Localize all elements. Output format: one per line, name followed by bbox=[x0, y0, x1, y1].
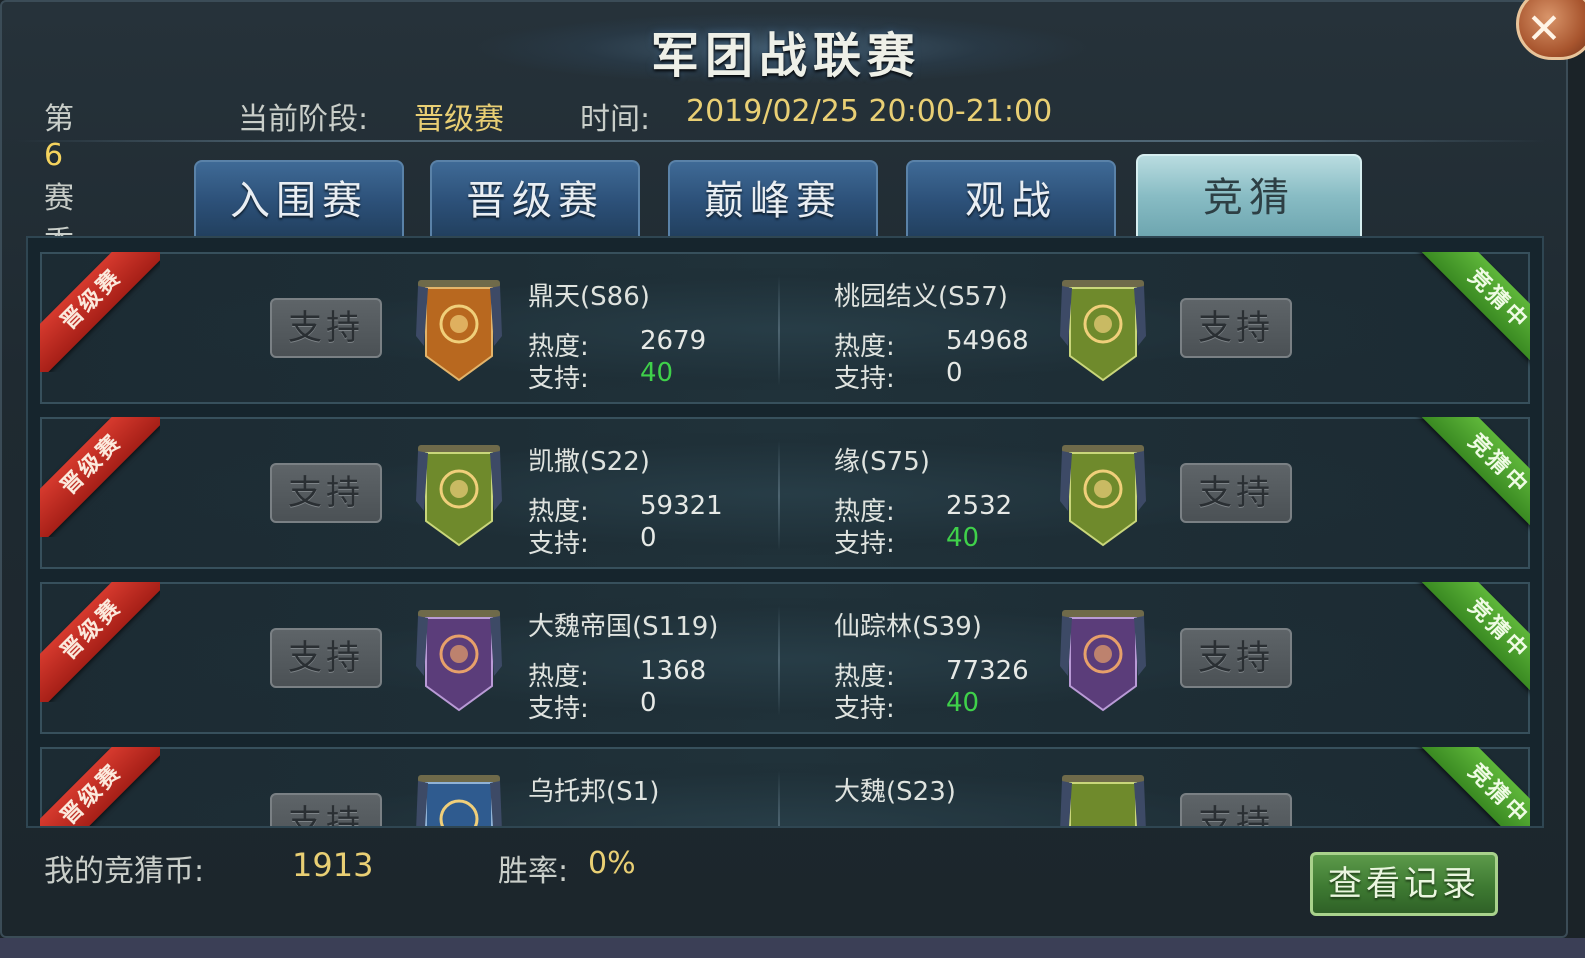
support-right-button[interactable]: 支持 bbox=[1180, 793, 1292, 826]
stage-ribbon: 晋级赛 bbox=[40, 417, 160, 537]
left-team-name: 乌托邦(S1) bbox=[528, 777, 660, 807]
support-left-button[interactable]: 支持 bbox=[270, 463, 382, 523]
right-team-name: 大魏(S23) bbox=[834, 777, 956, 807]
right-heat-value: 54968 bbox=[946, 326, 1029, 356]
support-right-button[interactable]: 支持 bbox=[1180, 463, 1292, 523]
stage-ribbon-label: 晋级赛 bbox=[40, 582, 160, 702]
time-value: 2019/02/25 20:00-21:00 bbox=[686, 94, 1053, 129]
bottom-strip bbox=[0, 938, 1585, 958]
time-label: 时间: bbox=[580, 102, 651, 137]
right-support-value: 40 bbox=[946, 688, 980, 718]
left-support-value: 40 bbox=[640, 358, 674, 388]
status-ribbon: 竞猜中 bbox=[1410, 252, 1530, 372]
vs-divider bbox=[778, 441, 780, 551]
left-support-label: 支持: bbox=[528, 364, 589, 394]
banner-green-icon bbox=[414, 441, 504, 551]
footer: 我的竞猜币: 1913 胜率: 0% 查看记录 bbox=[2, 844, 1570, 940]
tab-promotion[interactable]: 晋级赛 bbox=[430, 160, 640, 236]
tab-peak[interactable]: 巅峰赛 bbox=[668, 160, 878, 236]
vs-divider bbox=[778, 771, 780, 826]
left-heat-value: 1368 bbox=[640, 656, 707, 686]
stage-value: 晋级赛 bbox=[414, 102, 504, 137]
banner-purple-icon bbox=[1058, 606, 1148, 716]
match-row: 晋级赛 竞猜中 支持 鼎天(S86) 热度: 2679 支持: 40 桃园结义(… bbox=[40, 252, 1530, 404]
left-team-name: 大魏帝国(S119) bbox=[528, 612, 719, 642]
right-team-name: 桃园结义(S57) bbox=[834, 282, 1008, 312]
match-row: 晋级赛 竞猜中 支持 大魏帝国(S119) 热度: 1368 支持: 0 仙踪林… bbox=[40, 582, 1530, 734]
header-divider bbox=[16, 140, 1546, 142]
support-left-button[interactable]: 支持 bbox=[270, 298, 382, 358]
status-ribbon: 竞猜中 bbox=[1410, 582, 1530, 702]
right-heat-value: 2532 bbox=[946, 491, 1013, 521]
left-support-value: 0 bbox=[640, 523, 657, 553]
status-ribbon: 竞猜中 bbox=[1410, 747, 1530, 826]
left-support-label: 支持: bbox=[528, 529, 589, 559]
right-support-label: 支持: bbox=[834, 529, 895, 559]
banner-green-icon bbox=[1058, 441, 1148, 551]
banner-orange-icon bbox=[414, 276, 504, 386]
left-heat-value: 59321 bbox=[640, 491, 723, 521]
right-support-label: 支持: bbox=[834, 694, 895, 724]
season-number: 6 bbox=[44, 138, 64, 173]
match-row: 晋级赛 竞猜中 支持 乌托邦(S1) 大魏(S23) 支持 bbox=[40, 747, 1530, 826]
season-prefix: 第 bbox=[44, 102, 74, 137]
win-rate-value: 0% bbox=[588, 846, 636, 881]
left-team-name: 凯撒(S22) bbox=[528, 447, 650, 477]
banner-blue-icon bbox=[414, 771, 504, 826]
status-ribbon-label: 竞猜中 bbox=[1413, 747, 1530, 826]
coin-label: 我的竞猜币: bbox=[44, 854, 205, 889]
stage-ribbon-label: 晋级赛 bbox=[40, 252, 160, 372]
win-rate-label: 胜率: bbox=[498, 854, 569, 889]
banner-green-icon bbox=[1058, 771, 1148, 826]
right-team-name: 仙踪林(S39) bbox=[834, 612, 982, 642]
tab-qualifier[interactable]: 入围赛 bbox=[194, 160, 404, 236]
right-team-name: 缘(S75) bbox=[834, 447, 930, 477]
stage-ribbon: 晋级赛 bbox=[40, 582, 160, 702]
stage-ribbon: 晋级赛 bbox=[40, 252, 160, 372]
stage-ribbon-label: 晋级赛 bbox=[40, 747, 160, 826]
right-support-label: 支持: bbox=[834, 364, 895, 394]
support-left-button[interactable]: 支持 bbox=[270, 628, 382, 688]
stage-label: 当前阶段: bbox=[238, 102, 369, 137]
status-ribbon-label: 竞猜中 bbox=[1413, 582, 1530, 702]
vs-divider bbox=[778, 276, 780, 386]
stage-ribbon: 晋级赛 bbox=[40, 747, 160, 826]
status-ribbon: 竞猜中 bbox=[1410, 417, 1530, 537]
banner-green-icon bbox=[1058, 276, 1148, 386]
status-ribbon-label: 竞猜中 bbox=[1413, 252, 1530, 372]
banner-purple-icon bbox=[414, 606, 504, 716]
window-title: 军团战联赛 bbox=[650, 28, 921, 84]
guild-war-league-window: 军团战联赛 第6赛季 当前阶段: 晋级赛 时间: 2019/02/25 20:0… bbox=[0, 0, 1568, 938]
left-support-value: 0 bbox=[640, 688, 657, 718]
vs-divider bbox=[778, 606, 780, 716]
support-right-button[interactable]: 支持 bbox=[1180, 298, 1292, 358]
tab-betting[interactable]: 竞猜 bbox=[1136, 154, 1362, 236]
support-right-button[interactable]: 支持 bbox=[1180, 628, 1292, 688]
view-record-button[interactable]: 查看记录 bbox=[1310, 852, 1498, 916]
support-left-button[interactable]: 支持 bbox=[270, 793, 382, 826]
status-ribbon-label: 竞猜中 bbox=[1413, 417, 1530, 537]
right-support-value: 40 bbox=[946, 523, 980, 553]
match-row: 晋级赛 竞猜中 支持 凯撒(S22) 热度: 59321 支持: 0 缘(S75… bbox=[40, 417, 1530, 569]
left-support-label: 支持: bbox=[528, 694, 589, 724]
close-icon[interactable]: ✕ bbox=[1516, 0, 1585, 60]
left-heat-value: 2679 bbox=[640, 326, 707, 356]
left-team-name: 鼎天(S86) bbox=[528, 282, 650, 312]
stage-ribbon-label: 晋级赛 bbox=[40, 417, 160, 537]
tab-spectate[interactable]: 观战 bbox=[906, 160, 1116, 236]
match-list[interactable]: 晋级赛 竞猜中 支持 鼎天(S86) 热度: 2679 支持: 40 桃园结义(… bbox=[26, 236, 1544, 828]
right-support-value: 0 bbox=[946, 358, 963, 388]
right-heat-value: 77326 bbox=[946, 656, 1029, 686]
coin-value: 1913 bbox=[292, 846, 374, 884]
